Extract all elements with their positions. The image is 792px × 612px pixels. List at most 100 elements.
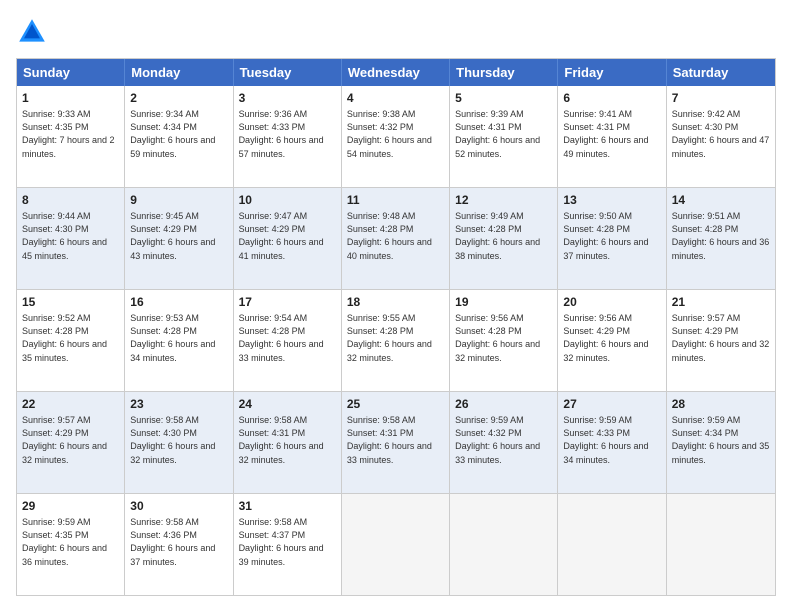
day-cell-29: 29 Sunrise: 9:59 AMSunset: 4:35 PMDayligh… (17, 494, 125, 595)
cell-details: Sunrise: 9:52 AMSunset: 4:28 PMDaylight:… (22, 313, 107, 363)
day-cell-9: 9 Sunrise: 9:45 AMSunset: 4:29 PMDaylight… (125, 188, 233, 289)
day-cell-5: 5 Sunrise: 9:39 AMSunset: 4:31 PMDaylight… (450, 86, 558, 187)
day-number: 14 (672, 192, 770, 209)
cell-details: Sunrise: 9:49 AMSunset: 4:28 PMDaylight:… (455, 211, 540, 261)
logo (16, 16, 52, 48)
day-cell-21: 21 Sunrise: 9:57 AMSunset: 4:29 PMDayligh… (667, 290, 775, 391)
calendar-row-4: 22 Sunrise: 9:57 AMSunset: 4:29 PMDayligh… (17, 392, 775, 494)
calendar-row-3: 15 Sunrise: 9:52 AMSunset: 4:28 PMDayligh… (17, 290, 775, 392)
day-cell-30: 30 Sunrise: 9:58 AMSunset: 4:36 PMDayligh… (125, 494, 233, 595)
day-number: 26 (455, 396, 552, 413)
cell-details: Sunrise: 9:51 AMSunset: 4:28 PMDaylight:… (672, 211, 770, 261)
cell-details: Sunrise: 9:39 AMSunset: 4:31 PMDaylight:… (455, 109, 540, 159)
day-of-week-saturday: Saturday (667, 59, 775, 86)
day-cell-20: 20Sunrise: 9:56 AMSunset: 4:29 PMDayligh… (558, 290, 666, 391)
day-cell-10: 10 Sunrise: 9:47 AMSunset: 4:29 PMDayligh… (234, 188, 342, 289)
day-number: 19 (455, 294, 552, 311)
day-number: 22 (22, 396, 119, 413)
cell-details: Sunrise: 9:59 AMSunset: 4:34 PMDaylight:… (672, 415, 770, 465)
day-number: 27 (563, 396, 660, 413)
cell-details: Sunrise: 9:57 AMSunset: 4:29 PMDaylight:… (672, 313, 770, 363)
day-cell-13: 13 Sunrise: 9:50 AMSunset: 4:28 PMDayligh… (558, 188, 666, 289)
day-of-week-tuesday: Tuesday (234, 59, 342, 86)
day-cell-2: 2 Sunrise: 9:34 AMSunset: 4:34 PMDaylight… (125, 86, 233, 187)
day-number: 12 (455, 192, 552, 209)
cell-details: Sunrise: 9:38 AMSunset: 4:32 PMDaylight:… (347, 109, 432, 159)
day-number: 13 (563, 192, 660, 209)
day-cell-17: 17Sunrise: 9:54 AMSunset: 4:28 PMDayligh… (234, 290, 342, 391)
day-cell-16: 16 Sunrise: 9:53 AMSunset: 4:28 PMDayligh… (125, 290, 233, 391)
cell-details: Sunrise: 9:59 AMSunset: 4:32 PMDaylight:… (455, 415, 540, 465)
day-number: 4 (347, 90, 444, 107)
day-of-week-thursday: Thursday (450, 59, 558, 86)
day-number: 10 (239, 192, 336, 209)
day-of-week-friday: Friday (558, 59, 666, 86)
empty-cell-4-6 (667, 494, 775, 595)
day-cell-18: 18 Sunrise: 9:55 AMSunset: 4:28 PMDayligh… (342, 290, 450, 391)
day-number: 25 (347, 396, 444, 413)
day-cell-19: 19 Sunrise: 9:56 AMSunset: 4:28 PMDayligh… (450, 290, 558, 391)
cell-details: Sunrise: 9:47 AMSunset: 4:29 PMDaylight:… (239, 211, 324, 261)
day-number: 1 (22, 90, 119, 107)
day-number: 9 (130, 192, 227, 209)
day-number: 30 (130, 498, 227, 515)
day-number: 6 (563, 90, 660, 107)
day-number: 28 (672, 396, 770, 413)
day-cell-4: 4 Sunrise: 9:38 AMSunset: 4:32 PMDaylight… (342, 86, 450, 187)
day-cell-23: 23 Sunrise: 9:58 AMSunset: 4:30 PMDayligh… (125, 392, 233, 493)
day-number: 29 (22, 498, 119, 515)
day-number: 11 (347, 192, 444, 209)
cell-details: Sunrise: 9:36 AMSunset: 4:33 PMDaylight:… (239, 109, 324, 159)
day-cell-27: 27 Sunrise: 9:59 AMSunset: 4:33 PMDayligh… (558, 392, 666, 493)
day-number: 18 (347, 294, 444, 311)
cell-details: Sunrise: 9:56 AMSunset: 4:28 PMDaylight:… (455, 313, 540, 363)
day-cell-1: 1 Sunrise: 9:33 AMSunset: 4:35 PMDaylight… (17, 86, 125, 187)
cell-details: Sunrise: 9:56 AMSunset: 4:29 PMDaylight:… (563, 313, 648, 363)
day-number: 15 (22, 294, 119, 311)
calendar-row-5: 29 Sunrise: 9:59 AMSunset: 4:35 PMDayligh… (17, 494, 775, 595)
day-number: 31 (239, 498, 336, 515)
cell-details: Sunrise: 9:50 AMSunset: 4:28 PMDaylight:… (563, 211, 648, 261)
cell-details: Sunrise: 9:59 AMSunset: 4:35 PMDaylight:… (22, 517, 107, 567)
cell-details: Sunrise: 9:55 AMSunset: 4:28 PMDaylight:… (347, 313, 432, 363)
cell-details: Sunrise: 9:59 AMSunset: 4:33 PMDaylight:… (563, 415, 648, 465)
day-of-week-sunday: Sunday (17, 59, 125, 86)
empty-cell-4-4 (450, 494, 558, 595)
day-number: 5 (455, 90, 552, 107)
day-cell-31: 31Sunrise: 9:58 AMSunset: 4:37 PMDayligh… (234, 494, 342, 595)
day-number: 23 (130, 396, 227, 413)
page: SundayMondayTuesdayWednesdayThursdayFrid… (0, 0, 792, 612)
day-cell-25: 25 Sunrise: 9:58 AMSunset: 4:31 PMDayligh… (342, 392, 450, 493)
day-cell-7: 7Sunrise: 9:42 AMSunset: 4:30 PMDaylight… (667, 86, 775, 187)
empty-cell-4-5 (558, 494, 666, 595)
calendar-row-2: 8 Sunrise: 9:44 AMSunset: 4:30 PMDaylight… (17, 188, 775, 290)
empty-cell-4-3 (342, 494, 450, 595)
day-cell-28: 28 Sunrise: 9:59 AMSunset: 4:34 PMDayligh… (667, 392, 775, 493)
cell-details: Sunrise: 9:58 AMSunset: 4:31 PMDaylight:… (347, 415, 432, 465)
cell-details: Sunrise: 9:41 AMSunset: 4:31 PMDaylight:… (563, 109, 648, 159)
header (16, 16, 776, 48)
day-cell-15: 15 Sunrise: 9:52 AMSunset: 4:28 PMDayligh… (17, 290, 125, 391)
cell-details: Sunrise: 9:44 AMSunset: 4:30 PMDaylight:… (22, 211, 107, 261)
cell-details: Sunrise: 9:58 AMSunset: 4:30 PMDaylight:… (130, 415, 215, 465)
day-cell-8: 8 Sunrise: 9:44 AMSunset: 4:30 PMDaylight… (17, 188, 125, 289)
day-number: 2 (130, 90, 227, 107)
day-number: 21 (672, 294, 770, 311)
cell-details: Sunrise: 9:45 AMSunset: 4:29 PMDaylight:… (130, 211, 215, 261)
cell-details: Sunrise: 9:34 AMSunset: 4:34 PMDaylight:… (130, 109, 215, 159)
cell-details: Sunrise: 9:53 AMSunset: 4:28 PMDaylight:… (130, 313, 215, 363)
day-cell-6: 6 Sunrise: 9:41 AMSunset: 4:31 PMDaylight… (558, 86, 666, 187)
cell-details: Sunrise: 9:33 AMSunset: 4:35 PMDaylight:… (22, 109, 115, 159)
day-number: 16 (130, 294, 227, 311)
day-number: 17 (239, 294, 336, 311)
day-cell-11: 11Sunrise: 9:48 AMSunset: 4:28 PMDayligh… (342, 188, 450, 289)
cell-details: Sunrise: 9:57 AMSunset: 4:29 PMDaylight:… (22, 415, 107, 465)
day-cell-22: 22 Sunrise: 9:57 AMSunset: 4:29 PMDayligh… (17, 392, 125, 493)
day-of-week-monday: Monday (125, 59, 233, 86)
calendar: SundayMondayTuesdayWednesdayThursdayFrid… (16, 58, 776, 596)
cell-details: Sunrise: 9:58 AMSunset: 4:36 PMDaylight:… (130, 517, 215, 567)
day-cell-24: 24Sunrise: 9:58 AMSunset: 4:31 PMDayligh… (234, 392, 342, 493)
day-of-week-wednesday: Wednesday (342, 59, 450, 86)
day-cell-14: 14 Sunrise: 9:51 AMSunset: 4:28 PMDayligh… (667, 188, 775, 289)
day-number: 8 (22, 192, 119, 209)
